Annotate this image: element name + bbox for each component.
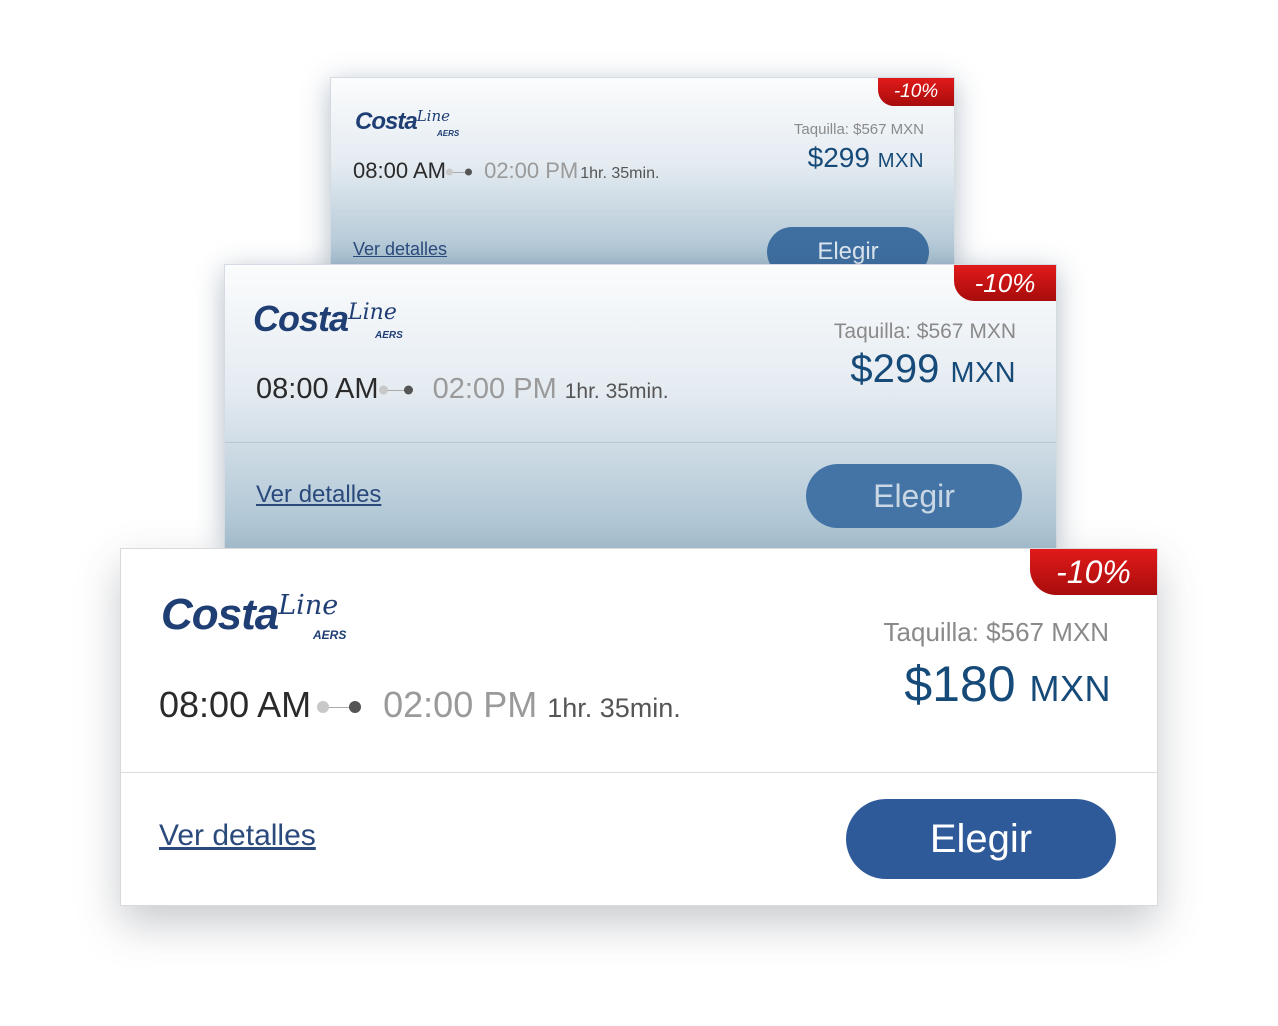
view-details-link[interactable]: Ver detalles	[256, 483, 381, 507]
choose-button[interactable]: Elegir	[806, 464, 1022, 528]
box-office-price: Taquilla: $567 MXN	[883, 617, 1109, 647]
view-details-link[interactable]: Ver detalles	[159, 821, 316, 851]
fare-price: $180 MXN	[904, 656, 1111, 712]
trip-card-back[interactable]: -10% CostaLine AERS 08:00 AM 02:00 PM 1hr…	[330, 77, 955, 272]
card-divider	[225, 442, 1056, 443]
duration: 1hr. 35min.	[564, 380, 669, 403]
duration: 1hr. 35min.	[547, 693, 681, 723]
card-divider	[121, 772, 1157, 773]
route-connector-icon	[445, 168, 472, 176]
schedule: 08:00 AM 02:00 PM 1hr. 35min.	[159, 687, 681, 723]
fare-price: $299 MXN	[850, 347, 1016, 391]
box-office-price: Taquilla: $567 MXN	[833, 320, 1016, 343]
choose-button[interactable]: Elegir	[846, 799, 1116, 879]
route-connector-icon	[378, 385, 413, 395]
discount-badge: -10%	[954, 265, 1056, 301]
costaline-logo: CostaLine AERS	[355, 107, 460, 138]
schedule: 08:00 AM 02:00 PM 1hr. 35min.	[256, 375, 669, 404]
box-office-price: Taquilla: $567 MXN	[793, 121, 924, 138]
discount-badge: -10%	[878, 78, 954, 106]
discount-badge: -10%	[1030, 549, 1157, 595]
view-details-link[interactable]: Ver detalles	[353, 240, 447, 258]
duration: 1hr. 35min.	[580, 165, 660, 182]
trip-card-front[interactable]: -10% CostaLine AERS 08:00 AM 02:00 PM 1hr…	[120, 548, 1158, 906]
trip-card-middle[interactable]: -10% CostaLine AERS 08:00 AM 02:00 PM 1hr…	[224, 264, 1057, 549]
schedule: 08:00 AM 02:00 PM 1hr. 35min.	[353, 160, 659, 182]
route-connector-icon	[317, 701, 362, 714]
fare-price: $299 MXN	[807, 142, 924, 173]
departure-time: 08:00 AM	[256, 373, 379, 405]
costaline-logo: CostaLine AERS	[253, 298, 403, 341]
departure-time: 08:00 AM	[159, 684, 312, 725]
card-divider	[331, 211, 954, 212]
arrival-time: 02:00 PM	[432, 373, 557, 405]
arrival-time: 02:00 PM	[383, 684, 538, 725]
departure-time: 08:00 AM	[353, 158, 446, 183]
arrival-time: 02:00 PM	[484, 158, 579, 183]
costaline-logo: CostaLine AERS	[161, 590, 347, 642]
